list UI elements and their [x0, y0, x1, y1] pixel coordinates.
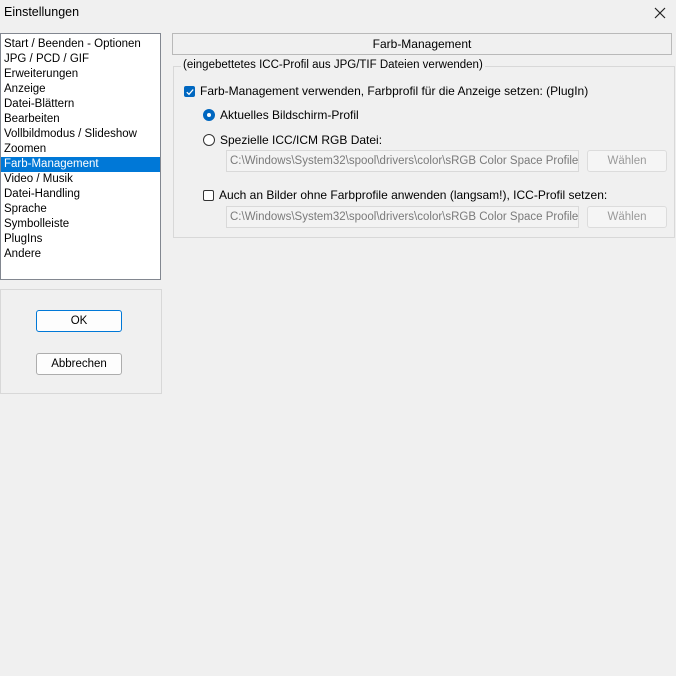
checkmark-icon	[186, 88, 194, 95]
button-panel: OK Abbrechen	[0, 289, 162, 394]
category-item[interactable]: Symbolleiste	[1, 217, 160, 232]
close-icon	[654, 7, 666, 19]
category-item[interactable]: Video / Musik	[1, 172, 160, 187]
use-cm-checkbox[interactable]	[184, 85, 195, 97]
category-item[interactable]: Andere	[1, 247, 160, 262]
use-cm-row[interactable]: Farb-Management verwenden, Farbprofil fü…	[184, 84, 588, 98]
radio-special-label: Spezielle ICC/ICM RGB Datei:	[220, 133, 383, 147]
category-item[interactable]: Anzeige	[1, 82, 160, 97]
radio-special-row[interactable]: Spezielle ICC/ICM RGB Datei:	[203, 133, 382, 147]
page-header: Farb-Management	[172, 33, 672, 55]
choose-button-2: Wählen	[587, 206, 667, 228]
use-cm-label: Farb-Management verwenden, Farbprofil fü…	[200, 84, 589, 98]
category-item[interactable]: Sprache	[1, 202, 160, 217]
apply-no-profile-row[interactable]: Auch an Bilder ohne Farbprofile anwenden…	[203, 188, 607, 202]
apply-no-profile-label: Auch an Bilder ohne Farbprofile anwenden…	[219, 188, 608, 202]
category-item[interactable]: Start / Beenden - Optionen	[1, 37, 160, 52]
category-item[interactable]: JPG / PCD / GIF	[1, 52, 160, 67]
choose-button-1: Wählen	[587, 150, 667, 172]
radio-special-file[interactable]	[203, 134, 215, 146]
radio-current-label: Aktuelles Bildschirm-Profil	[220, 108, 359, 122]
title-bar: Einstellungen	[0, 0, 676, 28]
category-item[interactable]: Bearbeiten	[1, 112, 160, 127]
category-item[interactable]: Datei-Handling	[1, 187, 160, 202]
group-label: (eingebettetes ICC-Profil aus JPG/TIF Da…	[181, 59, 485, 71]
category-item[interactable]: Zoomen	[1, 142, 160, 157]
category-item[interactable]: Datei-Blättern	[1, 97, 160, 112]
cancel-button[interactable]: Abbrechen	[36, 353, 122, 375]
category-item[interactable]: Vollbildmodus / Slideshow	[1, 127, 160, 142]
radio-current-row[interactable]: Aktuelles Bildschirm-Profil	[203, 108, 359, 122]
no-profile-path-field: C:\Windows\System32\spool\drivers\color\…	[226, 206, 579, 228]
special-path-field: C:\Windows\System32\spool\drivers\color\…	[226, 150, 579, 172]
window-title: Einstellungen	[4, 5, 80, 19]
category-item[interactable]: PlugIns	[1, 232, 160, 247]
category-item[interactable]: Erweiterungen	[1, 67, 160, 82]
close-button[interactable]	[648, 2, 672, 24]
ok-button[interactable]: OK	[36, 310, 122, 332]
apply-no-profile-checkbox[interactable]	[203, 189, 214, 201]
category-list[interactable]: Start / Beenden - Optionen JPG / PCD / G…	[0, 33, 161, 280]
category-item-selected[interactable]: Farb-Management	[1, 157, 160, 172]
radio-current-profile[interactable]	[203, 109, 215, 121]
